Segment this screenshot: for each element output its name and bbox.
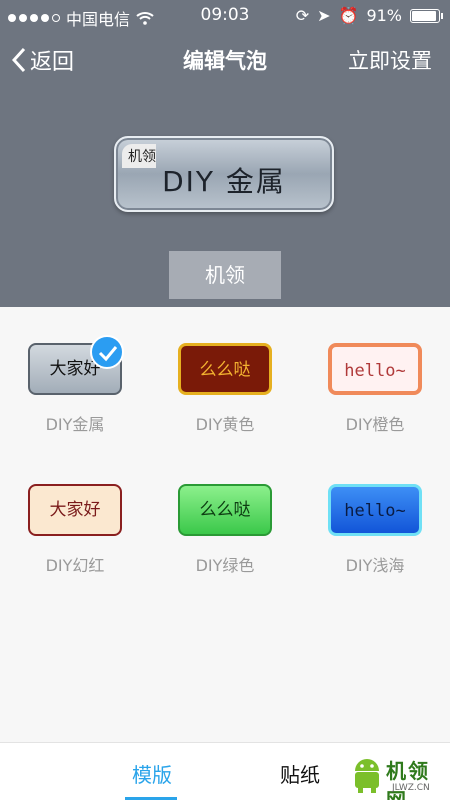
template-thumbnail: 么么哒 <box>178 343 272 395</box>
bubble-preview: 机领 DIY 金属 <box>114 136 334 212</box>
template-diy-metal[interactable]: 大家好 DIY金属 <box>0 307 150 447</box>
rotation-lock-icon: ⟳ <box>295 6 310 25</box>
watermark-logo: 机领网 JLWZ.CN <box>350 749 446 800</box>
tab-model[interactable]: 模版 <box>132 759 172 788</box>
nickname-button[interactable]: 机领 <box>169 251 281 299</box>
apply-now-button[interactable]: 立即设置 <box>348 45 432 75</box>
header-area: 中国电信 09:03 ⟳ ➤ ⏰ 91% 返回 编辑气泡 立即设置 机领 DIY… <box>0 0 450 307</box>
template-thumbnail: 大家好 <box>28 484 122 536</box>
status-right: ⟳ ➤ ⏰ 91% <box>295 6 443 25</box>
template-thumbnail: 么么哒 <box>178 484 272 536</box>
watermark-text: 机领网 <box>386 759 430 800</box>
alarm-icon: ⏰ <box>338 6 359 25</box>
battery-percent: 91% <box>366 6 402 25</box>
template-diy-green[interactable]: 么么哒 DIY绿色 <box>150 448 300 588</box>
tab-bar: 模版 贴纸 机领网 JLWZ.CN <box>0 742 450 800</box>
template-diy-orange[interactable]: hello~ DIY橙色 <box>300 307 450 447</box>
template-label: DIY绿色 <box>195 556 255 575</box>
template-label: DIY浅海 <box>345 556 405 575</box>
template-label: DIY幻红 <box>45 556 105 575</box>
template-diy-sea[interactable]: hello~ DIY浅海 <box>300 448 450 588</box>
location-icon: ➤ <box>317 6 331 25</box>
tab-sticker[interactable]: 贴纸 <box>280 759 320 788</box>
template-thumbnail: hello~ <box>328 343 422 395</box>
android-logo-icon <box>355 759 379 793</box>
template-diy-red[interactable]: 大家好 DIY幻红 <box>0 448 150 588</box>
template-grid: 大家好 DIY金属 么么哒 DIY黄色 hello~ DIY橙色 大家好 DIY… <box>0 307 450 742</box>
template-label: DIY金属 <box>45 415 105 434</box>
check-icon <box>90 335 124 369</box>
template-thumbnail: hello~ <box>328 484 422 536</box>
nav-bar: 返回 编辑气泡 立即设置 <box>0 40 450 80</box>
template-label: DIY橙色 <box>345 415 405 434</box>
battery-icon <box>410 8 443 23</box>
watermark-url: JLWZ.CN <box>392 783 430 793</box>
bubble-text: DIY 金属 <box>162 165 286 198</box>
template-diy-yellow[interactable]: 么么哒 DIY黄色 <box>150 307 300 447</box>
template-label: DIY黄色 <box>195 415 255 434</box>
status-bar: 中国电信 09:03 ⟳ ➤ ⏰ 91% <box>0 0 450 30</box>
